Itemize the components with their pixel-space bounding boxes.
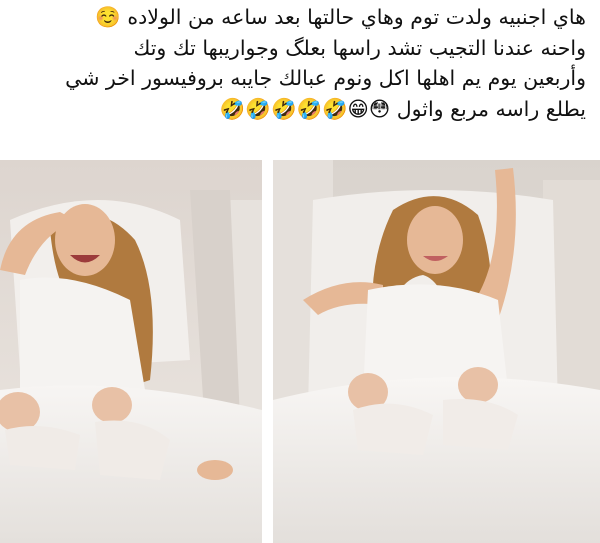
caption-line-4: يطلع راسه مربع واثول 😳😁🤣🤣🤣🤣🤣 (219, 96, 586, 121)
left-photo[interactable] (0, 160, 262, 543)
caption-line-1: هاي اجنبيه ولدت توم وهاي حالتها بعد ساعه… (95, 5, 586, 29)
right-photo[interactable] (273, 160, 600, 543)
caption-line-3: وأربعين يوم يم اهلها اكل ونوم عبالك جايب… (65, 66, 586, 90)
caption-line-2: واحنه عندنا التجيب تشد راسها بعلگ وجواري… (133, 35, 586, 60)
post-caption: هاي اجنبيه ولدت توم وهاي حالتها بعد ساعه… (14, 2, 586, 124)
left-photo-image (0, 160, 262, 543)
photo-collage[interactable] (0, 160, 600, 543)
right-photo-image (273, 160, 600, 543)
